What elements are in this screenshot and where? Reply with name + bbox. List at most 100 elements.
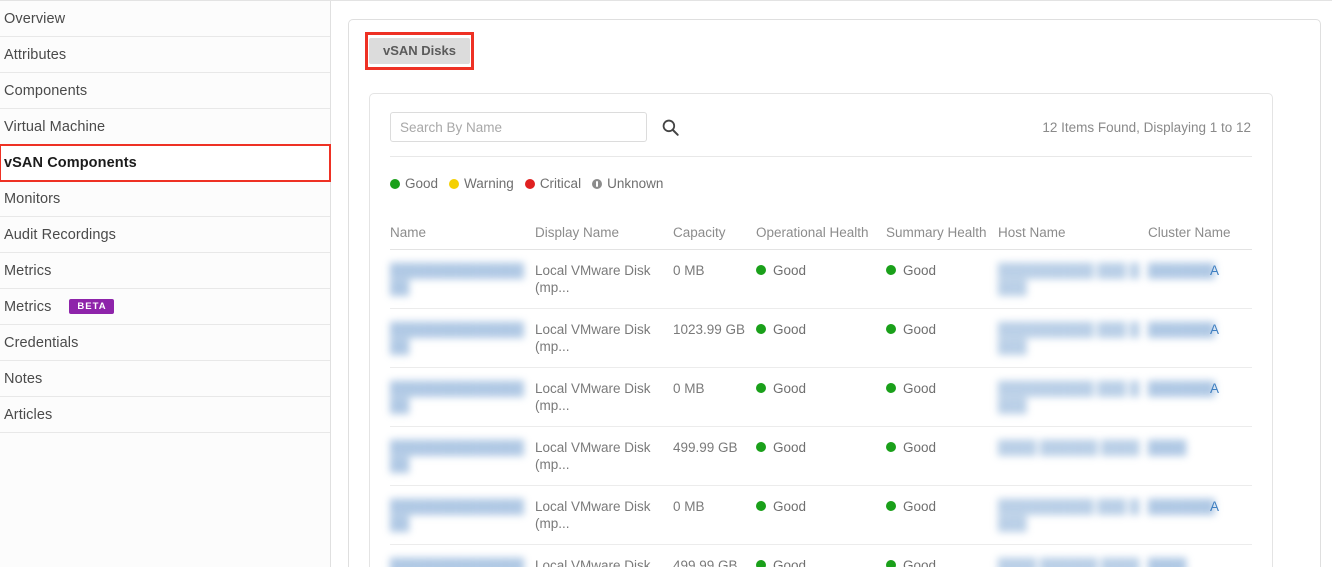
cell-name-text[interactable]: ████████████████ — [390, 498, 529, 532]
health-indicator: Good — [886, 439, 992, 456]
warning-status-icon — [449, 178, 460, 189]
sidebar-item-overview[interactable]: Overview — [0, 1, 330, 37]
table-row[interactable]: ████████████████Local VMware Disk (mp...… — [390, 544, 1252, 567]
cell-cluster-name-text[interactable]: ████ — [1148, 557, 1186, 567]
cell-name-text[interactable]: ████████████████ — [390, 321, 529, 355]
cell-display-name-text: Local VMware Disk (mp... — [535, 380, 651, 413]
table-row[interactable]: ████████████████Local VMware Disk (mp...… — [390, 308, 1252, 368]
cell-host-name-text[interactable]: ██████████ ███ ████ — [998, 321, 1142, 355]
health-indicator: Good — [756, 380, 880, 397]
cell-cluster-name-suffix[interactable]: A — [1210, 262, 1219, 279]
column-header-name[interactable]: Name — [390, 203, 535, 250]
column-header-summary-health[interactable]: Summary Health — [886, 203, 998, 250]
tab-vsan-disks-annotation: vSAN Disks — [365, 32, 474, 70]
table-row[interactable]: ████████████████Local VMware Disk (mp...… — [390, 367, 1252, 427]
column-header-host-name[interactable]: Host Name — [998, 203, 1148, 250]
table-row[interactable]: ████████████████Local VMware Disk (mp...… — [390, 485, 1252, 545]
cell-name-text[interactable]: ████████████████ — [390, 557, 529, 567]
critical-status-icon — [524, 178, 535, 189]
legend-item-good: Good — [390, 176, 438, 191]
sidebar-item-label: Audit Recordings — [4, 226, 117, 243]
cell-cluster-name: ████ — [1148, 426, 1252, 486]
sidebar-nav: Overview Attributes Components Virtual Mach… — [0, 0, 331, 567]
cell-display-name: Local VMware Disk (mp... — [535, 308, 673, 368]
sidebar-item-vsan-components[interactable]: vSAN Components — [0, 144, 331, 182]
cell-host-name-text[interactable]: ████ ██████ ████ — [998, 557, 1139, 567]
cell-capacity: 0 MB — [673, 367, 756, 427]
sidebar-item-components[interactable]: Components — [0, 73, 330, 109]
unknown-status-icon — [592, 178, 603, 189]
column-header-operational-health[interactable]: Operational Health — [756, 203, 886, 250]
cell-name: ████████████████ — [390, 249, 535, 309]
top-divider — [0, 0, 1332, 1]
cell-cluster-name: ███████ A — [1148, 367, 1252, 427]
cell-name-text[interactable]: ████████████████ — [390, 439, 529, 473]
vsan-disks-table: Name Display Name Capacity Operational H… — [390, 203, 1252, 567]
cell-capacity: 499.99 GB — [673, 544, 756, 567]
sidebar-item-label: Credentials — [4, 334, 79, 351]
good-status-icon — [886, 324, 896, 334]
search-icon — [662, 119, 679, 136]
cell-host-name-text[interactable]: ██████████ ███ ████ — [998, 262, 1142, 296]
sidebar-item-label: Metrics — [4, 298, 52, 315]
legend-label: Good — [405, 176, 439, 191]
cell-capacity-text: 0 MB — [673, 498, 705, 514]
cell-cluster-name-suffix[interactable]: A — [1210, 380, 1219, 397]
tab-vsan-disks[interactable]: vSAN Disks — [369, 38, 470, 64]
health-indicator: Good — [756, 439, 880, 456]
column-header-capacity[interactable]: Capacity — [673, 203, 756, 250]
cell-display-name-text: Local VMware Disk (mp... — [535, 498, 651, 531]
cell-name-text[interactable]: ████████████████ — [390, 262, 529, 296]
column-header-cluster-name[interactable]: Cluster Name — [1148, 203, 1252, 250]
sidebar-item-notes[interactable]: Notes — [0, 361, 330, 397]
good-status-icon — [886, 383, 896, 393]
sidebar-item-metrics[interactable]: Metrics BETA — [0, 289, 330, 325]
sidebar-item-label: Components — [4, 82, 88, 99]
sidebar-item-audit-recordings[interactable]: Audit Recordings — [0, 217, 330, 253]
cell-cluster-name-text[interactable]: ████ — [1148, 439, 1186, 456]
good-status-icon — [756, 560, 766, 567]
cell-summary-health: Good — [886, 367, 998, 427]
cell-host-name-text[interactable]: ████ ██████ ████ — [998, 439, 1139, 456]
health-indicator: Good — [756, 262, 880, 279]
cell-cluster-name-suffix[interactable]: A — [1210, 498, 1219, 515]
cell-host-name: ██████████ ███ ████ — [998, 308, 1148, 368]
cell-cluster-name-text[interactable]: ███████ — [1148, 262, 1215, 279]
search-button[interactable] — [659, 116, 681, 138]
cell-cluster-name-text[interactable]: ███████ — [1148, 380, 1215, 397]
cell-host-name: ████ ██████ ████ — [998, 544, 1148, 567]
table-row[interactable]: ████████████████Local VMware Disk (mp...… — [390, 426, 1252, 486]
cell-name: ████████████████ — [390, 367, 535, 427]
sidebar-item-attributes[interactable]: Attributes — [0, 37, 330, 73]
sidebar-item-monitors[interactable]: Monitors — [0, 181, 330, 217]
column-header-display-name[interactable]: Display Name — [535, 203, 673, 250]
good-status-icon — [756, 501, 766, 511]
cell-name-text[interactable]: ████████████████ — [390, 380, 529, 414]
sidebar-item-articles[interactable]: Articles — [0, 397, 330, 433]
sidebar-item-virtual-machine[interactable]: Virtual Machine — [0, 109, 330, 145]
good-status-icon — [886, 560, 896, 567]
sidebar-item-credentials[interactable]: Credentials — [0, 325, 330, 361]
health-indicator: Good — [886, 321, 992, 338]
table-row[interactable]: ████████████████Local VMware Disk (mp...… — [390, 249, 1252, 309]
good-status-icon — [886, 501, 896, 511]
cell-display-name-text: Local VMware Disk (mp... — [535, 262, 651, 295]
cell-name: ████████████████ — [390, 426, 535, 486]
good-status-icon — [756, 265, 766, 275]
cell-capacity: 0 MB — [673, 485, 756, 545]
cell-host-name: ██████████ ███ ████ — [998, 367, 1148, 427]
cell-operational-health: Good — [756, 367, 886, 427]
cell-cluster-name-text[interactable]: ███████ — [1148, 498, 1215, 515]
search-input[interactable] — [390, 112, 647, 142]
cell-cluster-name-text[interactable]: ███████ — [1148, 321, 1215, 338]
cell-cluster-name: ████ — [1148, 544, 1252, 567]
sidebar-item-metrics[interactable]: Metrics — [0, 253, 330, 289]
vsan-disks-card: 12 Items Found, Displaying 1 to 12 Good W… — [369, 93, 1273, 567]
cell-host-name-text[interactable]: ██████████ ███ ████ — [998, 498, 1142, 532]
cell-display-name-text: Local VMware Disk (mp... — [535, 439, 651, 472]
cell-cluster-name-suffix[interactable]: A — [1210, 321, 1219, 338]
cell-host-name-text[interactable]: ██████████ ███ ████ — [998, 380, 1142, 414]
sidebar-item-label: Virtual Machine — [4, 118, 106, 135]
health-label: Good — [903, 262, 937, 278]
cell-summary-health: Good — [886, 308, 998, 368]
